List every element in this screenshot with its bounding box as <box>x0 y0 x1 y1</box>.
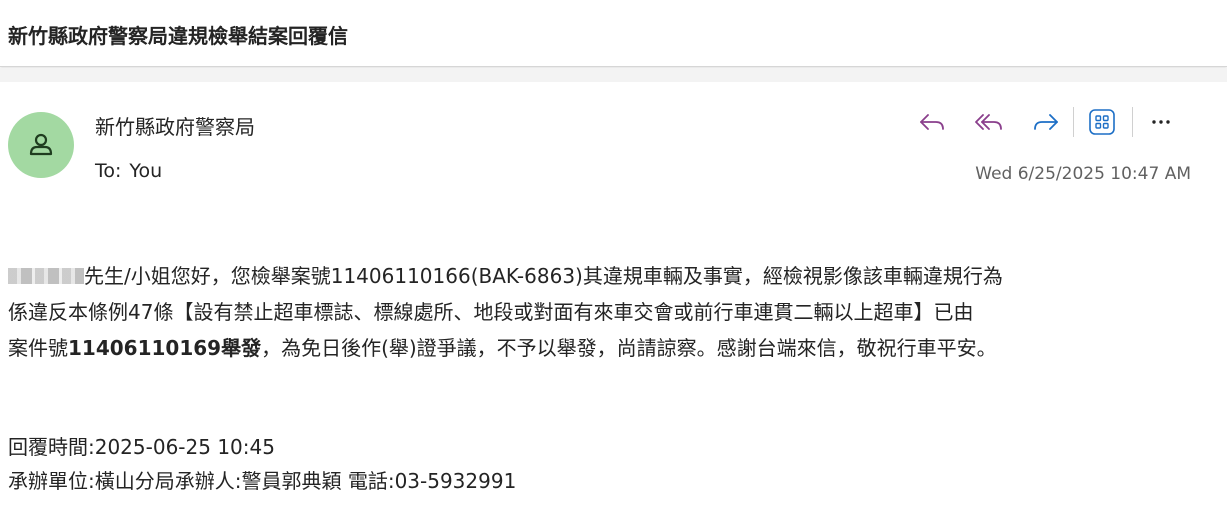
header-divider <box>0 68 1227 82</box>
recipient-value[interactable]: You <box>129 160 162 182</box>
reply-button[interactable] <box>912 104 952 140</box>
body-line: 案件號11406110169舉發，為免日後作(舉)證爭議，不予以舉發，尚請諒察。… <box>8 330 1218 366</box>
body-line: 先生/小姐您好，您檢舉案號11406110166(BAK-6863)其違規車輛及… <box>8 258 1218 294</box>
more-icon <box>1152 120 1170 124</box>
reply-icon <box>920 114 944 130</box>
sender-avatar[interactable] <box>8 112 74 178</box>
more-actions-button[interactable] <box>1143 104 1179 140</box>
reply-all-button[interactable] <box>969 104 1009 140</box>
apps-icon <box>1089 109 1115 135</box>
reply-all-icon <box>975 114 1002 130</box>
person-icon <box>29 133 53 156</box>
body-text: 先生/小姐您好，您檢舉案號11406110166(BAK-6863)其違規車輛及… <box>84 264 1003 288</box>
message-body: 先生/小姐您好，您檢舉案號11406110166(BAK-6863)其違規車輛及… <box>8 258 1218 366</box>
recipient-line: To: You <box>95 160 162 182</box>
body-text: 案件號 <box>8 336 68 360</box>
recipient-label: To: <box>95 160 122 182</box>
message-toolbar <box>912 104 1179 140</box>
handler-info: 承辦單位:橫山分局承辦人:警員郭典穎 電話:03-5932991 <box>8 469 517 493</box>
email-subject: 新竹縣政府警察局違規檢舉結案回覆信 <box>8 24 348 48</box>
apps-button[interactable] <box>1084 104 1120 140</box>
sender-name[interactable]: 新竹縣政府警察局 <box>95 111 255 140</box>
reply-meta: 回覆時間:2025-06-25 10:45 承辦單位:橫山分局承辦人:警員郭典穎… <box>8 430 516 498</box>
received-date: Wed 6/25/2025 10:47 AM <box>975 164 1191 184</box>
body-line: 係違反本條例47條【設有禁止超車標誌、標線處所、地段或對面有來車交會或前行車連貫… <box>8 300 974 324</box>
case-number: 11406110169舉發 <box>68 336 262 360</box>
reply-time: 回覆時間:2025-06-25 10:45 <box>8 435 275 459</box>
forward-button[interactable] <box>1026 104 1066 140</box>
subject-bar: 新竹縣政府警察局違規檢舉結案回覆信 <box>0 0 1227 67</box>
redacted-name <box>8 268 84 284</box>
forward-icon <box>1034 114 1058 130</box>
body-text: ，為免日後作(舉)證爭議，不予以舉發，尚請諒察。感謝台端來信，敬祝行車平安。 <box>261 336 997 360</box>
toolbar-divider <box>1073 107 1074 137</box>
toolbar-divider <box>1132 107 1133 137</box>
